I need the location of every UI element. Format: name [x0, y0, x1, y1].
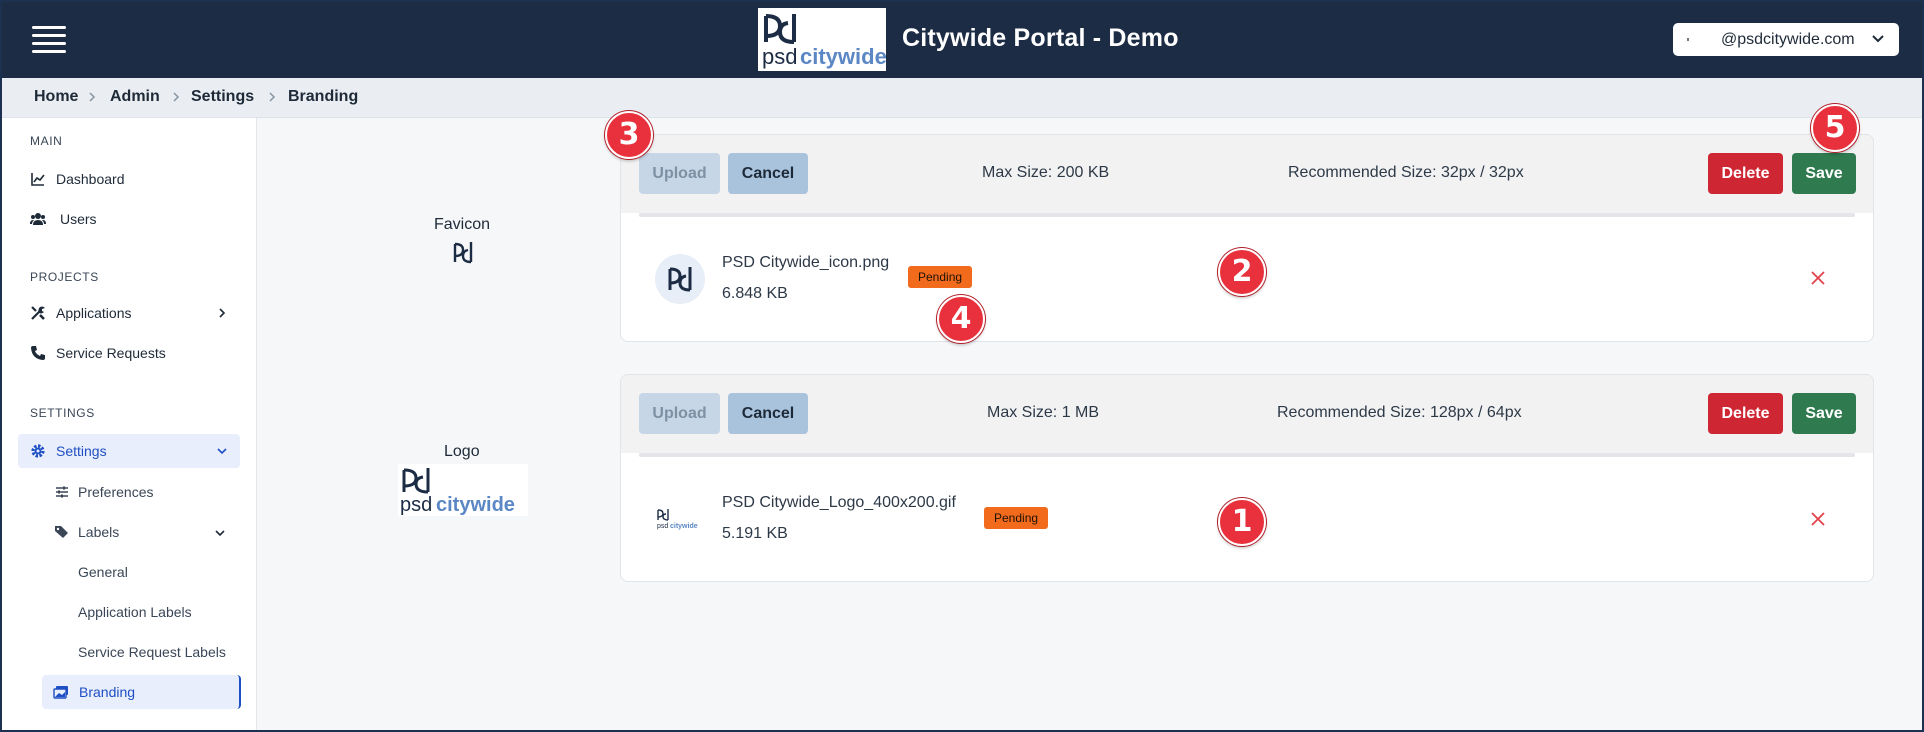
- logo-upload-panel: Upload Cancel Max Size: 1 MB Recommended…: [620, 374, 1874, 582]
- file-thumbnail: psd citywide: [655, 508, 705, 530]
- favicon-preview-image: [453, 242, 473, 264]
- users-icon: [30, 213, 46, 225]
- tags-icon: [55, 526, 68, 538]
- sidebar-item-label: Applications: [56, 305, 132, 321]
- logo-text-citywide: citywide: [800, 44, 886, 69]
- file-size: 6.848 KB: [722, 285, 788, 302]
- chevron-down-icon: [215, 530, 225, 537]
- chevron-right-icon: [269, 92, 276, 102]
- cancel-button[interactable]: Cancel: [728, 393, 808, 434]
- cancel-button[interactable]: Cancel: [728, 153, 808, 194]
- chevron-down-icon: [217, 448, 227, 455]
- sidebar-item-label: Service Request Labels: [78, 644, 226, 660]
- sidebar-item-label: Service Requests: [56, 345, 166, 361]
- breadcrumb-admin[interactable]: Admin: [110, 88, 160, 106]
- logo-preview-image: psd citywide: [398, 464, 528, 516]
- upload-button[interactable]: Upload: [639, 393, 720, 434]
- sidebar-item-label: Preferences: [78, 484, 154, 500]
- sliders-icon: [56, 486, 68, 498]
- logo-toolbar: Upload Cancel Max Size: 1 MB Recommended…: [621, 375, 1873, 453]
- images-icon: [53, 686, 68, 699]
- status-badge: Pending: [984, 507, 1049, 529]
- sidebar-item-label: Users: [60, 211, 97, 227]
- sidebar-item-label: Settings: [56, 443, 107, 459]
- favicon-preview-label: Favicon: [434, 216, 491, 233]
- sidebar-item-service-requests[interactable]: Service Requests: [18, 336, 240, 370]
- user-email: @psdcitywide.com: [1721, 31, 1855, 48]
- file-size: 5.191 KB: [722, 525, 788, 542]
- sidebar-item-applications[interactable]: Applications: [18, 296, 240, 330]
- logo-text-citywide: citywide: [436, 494, 515, 516]
- sidebar-item-label: Branding: [79, 684, 136, 700]
- callout-3: 3: [605, 111, 653, 159]
- sidebar-item-settings[interactable]: Settings: [18, 434, 240, 468]
- sidebar-item-labels[interactable]: Labels: [40, 516, 240, 548]
- callout-2: 2: [1218, 248, 1266, 296]
- sidebar-item-label: Dashboard: [56, 171, 125, 187]
- tools-icon: [31, 306, 45, 320]
- callout-5: 5: [1811, 104, 1859, 152]
- chevron-right-icon: [173, 92, 180, 102]
- sidebar-item-general[interactable]: General: [52, 556, 252, 588]
- chevron-right-icon: [219, 308, 226, 318]
- chart-line-icon: [31, 173, 45, 186]
- section-label-settings: SETTINGS: [30, 406, 95, 420]
- upload-button[interactable]: Upload: [639, 153, 720, 194]
- logo-text-psd: psd: [400, 494, 432, 516]
- sidebar-item-label: Application Labels: [78, 604, 192, 620]
- max-size-text: Max Size: 200 KB: [982, 164, 1110, 181]
- max-size-text: Max Size: 1 MB: [987, 404, 1100, 421]
- brand-logo: psd citywide: [758, 8, 887, 71]
- file-name: PSD Citywide_icon.png: [722, 254, 890, 271]
- sidebar-item-label: Labels: [78, 524, 120, 540]
- breadcrumb-home[interactable]: Home: [34, 88, 78, 106]
- recommended-size-text: Recommended Size: 32px / 32px: [1288, 164, 1524, 181]
- chevron-down-icon: [1872, 35, 1884, 43]
- sidebar-item-branding[interactable]: Branding: [42, 675, 241, 709]
- logo-text-psd: psd: [762, 44, 797, 69]
- breadcrumb: Home Admin Settings Branding: [0, 78, 1924, 118]
- close-icon[interactable]: [1810, 270, 1826, 286]
- user-menu[interactable]: @psdcitywide.com: [1673, 23, 1899, 56]
- save-button[interactable]: Save: [1792, 153, 1856, 194]
- logo-text-psd: psd: [657, 523, 668, 530]
- favicon-toolbar: Upload Cancel Max Size: 200 KB Recommend…: [621, 135, 1873, 213]
- chevron-right-icon: [89, 92, 96, 102]
- file-thumbnail: [655, 254, 705, 304]
- gear-icon: [31, 444, 45, 458]
- sidebar-item-users[interactable]: Users: [18, 202, 240, 236]
- callout-1: 1: [1218, 498, 1266, 546]
- favicon-upload-panel: Upload Cancel Max Size: 200 KB Recommend…: [620, 134, 1874, 342]
- sidebar: MAIN Dashboard Users PROJECTS Applicatio…: [0, 118, 257, 732]
- sidebar-item-label: General: [78, 564, 128, 580]
- sidebar-item-preferences[interactable]: Preferences: [40, 476, 240, 508]
- delete-button[interactable]: Delete: [1708, 393, 1783, 434]
- top-bar: psd citywide Citywide Portal - Demo @psd…: [0, 0, 1924, 78]
- section-label-projects: PROJECTS: [30, 270, 99, 284]
- breadcrumb-branding: Branding: [288, 88, 359, 105]
- progress-divider: [639, 213, 1855, 217]
- logo-text-citywide: citywide: [670, 523, 698, 530]
- hamburger-menu-icon[interactable]: [32, 24, 66, 54]
- sidebar-item-service-request-labels[interactable]: Service Request Labels: [52, 636, 252, 668]
- recommended-size-text: Recommended Size: 128px / 64px: [1277, 404, 1522, 421]
- close-icon[interactable]: [1810, 511, 1826, 527]
- delete-button[interactable]: Delete: [1708, 153, 1783, 194]
- avatar-placeholder: [1687, 38, 1689, 41]
- section-label-main: MAIN: [30, 134, 63, 148]
- sidebar-item-dashboard[interactable]: Dashboard: [18, 162, 240, 196]
- app-title: Citywide Portal - Demo: [902, 24, 1179, 52]
- status-badge: Pending: [908, 266, 973, 288]
- sidebar-item-application-labels[interactable]: Application Labels: [52, 596, 252, 628]
- phone-icon: [31, 346, 45, 360]
- callout-4: 4: [937, 295, 985, 343]
- breadcrumb-settings[interactable]: Settings: [191, 88, 254, 106]
- file-name: PSD Citywide_Logo_400x200.gif: [722, 494, 956, 511]
- progress-divider: [639, 453, 1855, 457]
- save-button[interactable]: Save: [1792, 393, 1856, 434]
- logo-preview-label: Logo: [444, 443, 480, 460]
